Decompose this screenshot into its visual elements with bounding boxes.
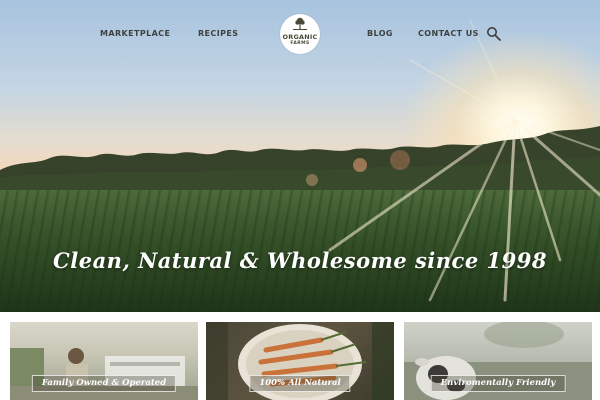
- feature-cards: Family Owned & Operated 100% All Natural…: [0, 312, 600, 400]
- card-label-environment: Enviromentally Friendly: [430, 375, 566, 392]
- main-navigation: MARKETPLACE RECIPES ORGANIC FARMS BLOG C…: [0, 0, 600, 70]
- card-all-natural[interactable]: 100% All Natural: [206, 322, 394, 400]
- nav-blog[interactable]: BLOG: [367, 29, 393, 38]
- nav-recipes[interactable]: RECIPES: [198, 29, 238, 38]
- search-icon[interactable]: [486, 26, 502, 42]
- logo-subword: FARMS: [290, 41, 310, 46]
- nav-contact-us[interactable]: CONTACT US: [418, 29, 479, 38]
- organic-farms-logo[interactable]: ORGANIC FARMS: [280, 14, 320, 54]
- page: Clean, Natural & Wholesome since 1998 MA…: [0, 0, 600, 400]
- card-family-owned[interactable]: Family Owned & Operated: [10, 322, 198, 400]
- hero-tagline: Clean, Natural & Wholesome since 1998: [53, 248, 547, 273]
- card-enviromentally-friendly[interactable]: Enviromentally Friendly: [404, 322, 592, 400]
- logo-wordmark: ORGANIC: [282, 33, 318, 41]
- card-label-natural: 100% All Natural: [249, 375, 351, 392]
- card-label-family: Family Owned & Operated: [31, 375, 177, 392]
- nav-marketplace[interactable]: MARKETPLACE: [100, 29, 170, 38]
